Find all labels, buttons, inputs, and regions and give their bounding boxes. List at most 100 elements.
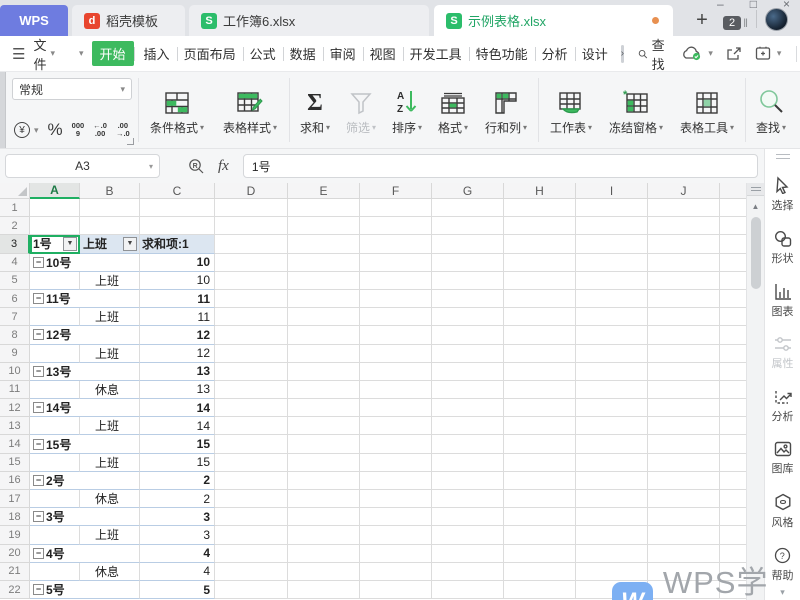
cell-B17[interactable]: 休息 (80, 490, 140, 508)
cell-J15[interactable] (648, 454, 720, 472)
row-header-20[interactable]: 20 (0, 545, 30, 563)
row-header-21[interactable]: 21 (0, 563, 30, 581)
collapse-group-icon[interactable]: − (33, 475, 44, 486)
row-header-22[interactable]: 22 (0, 581, 30, 599)
tab-insert[interactable]: 插入 (137, 41, 177, 66)
row-header-9[interactable]: 9 (0, 345, 30, 363)
cell-H13[interactable] (504, 417, 576, 435)
cell-B2[interactable] (80, 217, 140, 235)
cell-F11[interactable] (360, 381, 432, 399)
cell-H20[interactable] (504, 545, 576, 563)
cell-B13[interactable]: 上班 (80, 417, 140, 435)
cell-B14[interactable] (80, 435, 140, 453)
cell-A21[interactable] (30, 563, 80, 581)
collapse-group-icon[interactable]: − (33, 439, 44, 450)
cell-C22[interactable]: 5 (140, 581, 215, 599)
cell-K6[interactable] (720, 290, 746, 308)
cell-H11[interactable] (504, 381, 576, 399)
freeze-panes-button[interactable]: * 冻结窗格▾ (601, 72, 671, 148)
sum-button[interactable]: Σ 求和▾ (292, 72, 338, 148)
cell-K13[interactable] (720, 417, 746, 435)
cell-F9[interactable] (360, 345, 432, 363)
cell-C15[interactable]: 15 (140, 454, 215, 472)
cell-I18[interactable] (576, 508, 648, 526)
table-style-button[interactable]: 表格样式▾ (213, 72, 287, 148)
cell-K15[interactable] (720, 454, 746, 472)
cell-K7[interactable] (720, 308, 746, 326)
cell-E6[interactable] (288, 290, 360, 308)
row-header-2[interactable]: 2 (0, 217, 30, 235)
cell-J19[interactable] (648, 526, 720, 544)
row-header-6[interactable]: 6 (0, 290, 30, 308)
cell-C12[interactable]: 14 (140, 399, 215, 417)
quick-access-chevron-icon[interactable]: ▾ (79, 48, 84, 59)
cell-A2[interactable] (30, 217, 80, 235)
menu-overflow-button[interactable]: › (621, 45, 624, 63)
sidebar-item-chart[interactable]: 图表 (772, 283, 794, 319)
cell-H4[interactable] (504, 254, 576, 272)
formula-zoom-icon[interactable]: R (188, 158, 204, 174)
cell-G3[interactable] (432, 235, 504, 253)
cell-D22[interactable] (215, 581, 288, 599)
sidebar-item-gallery[interactable]: 图库 (772, 441, 794, 476)
cell-B5[interactable]: 上班 (80, 272, 140, 290)
cell-J1[interactable] (648, 199, 720, 217)
cell-K1[interactable] (720, 199, 746, 217)
cell-E14[interactable] (288, 435, 360, 453)
cell-E19[interactable] (288, 526, 360, 544)
cell-D11[interactable] (215, 381, 288, 399)
cell-F16[interactable] (360, 472, 432, 490)
row-header-5[interactable]: 5 (0, 272, 30, 290)
cell-D9[interactable] (215, 345, 288, 363)
cell-I13[interactable] (576, 417, 648, 435)
cell-A19[interactable] (30, 526, 80, 544)
cell-B9[interactable]: 上班 (80, 345, 140, 363)
cell-H8[interactable] (504, 326, 576, 344)
cell-E5[interactable] (288, 272, 360, 290)
cell-I3[interactable] (576, 235, 648, 253)
cell-H14[interactable] (504, 435, 576, 453)
collapse-group-icon[interactable]: − (33, 366, 44, 377)
formula-input[interactable]: 1号 (243, 154, 758, 178)
cell-F2[interactable] (360, 217, 432, 235)
filter-dropdown-icon[interactable]: ▼ (63, 237, 77, 251)
cell-D6[interactable] (215, 290, 288, 308)
conditional-format-button[interactable]: 条件格式▾ (141, 72, 213, 148)
tab-special-features[interactable]: 特色功能 (469, 41, 535, 66)
cell-C16[interactable]: 2 (140, 472, 215, 490)
row-header-4[interactable]: 4 (0, 254, 30, 272)
collapse-group-icon[interactable]: − (33, 511, 44, 522)
number-format-select[interactable]: 常规 ▾ (12, 78, 132, 100)
cell-A13[interactable] (30, 417, 80, 435)
file-menu[interactable]: 文件 (33, 35, 46, 73)
dialog-launcher-icon[interactable] (127, 138, 134, 145)
cell-B1[interactable] (80, 199, 140, 217)
sidebar-item-style[interactable]: 风格 (772, 493, 794, 530)
cell-K4[interactable] (720, 254, 746, 272)
sidebar-handle[interactable] (776, 154, 790, 159)
cell-F7[interactable] (360, 308, 432, 326)
cell-E11[interactable] (288, 381, 360, 399)
cell-D3[interactable] (215, 235, 288, 253)
cell-A4[interactable]: −10号 (30, 254, 80, 272)
cell-J10[interactable] (648, 363, 720, 381)
maximize-button[interactable]: □ (750, 0, 757, 11)
cell-I7[interactable] (576, 308, 648, 326)
percent-format-button[interactable]: % (48, 120, 63, 140)
cell-G22[interactable] (432, 581, 504, 599)
cell-E2[interactable] (288, 217, 360, 235)
cell-I6[interactable] (576, 290, 648, 308)
cell-J8[interactable] (648, 326, 720, 344)
increase-decimal-button[interactable]: .00 →.0 (116, 122, 130, 138)
row-header-1[interactable]: 1 (0, 199, 30, 217)
cell-A10[interactable]: −13号 (30, 363, 80, 381)
cell-K12[interactable] (720, 399, 746, 417)
cell-J18[interactable] (648, 508, 720, 526)
collapse-group-icon[interactable]: − (33, 257, 44, 268)
cell-C10[interactable]: 13 (140, 363, 215, 381)
cell-J3[interactable] (648, 235, 720, 253)
cell-E22[interactable] (288, 581, 360, 599)
cell-J4[interactable] (648, 254, 720, 272)
cell-E21[interactable] (288, 563, 360, 581)
format-button[interactable]: 格式▾ (430, 72, 476, 148)
